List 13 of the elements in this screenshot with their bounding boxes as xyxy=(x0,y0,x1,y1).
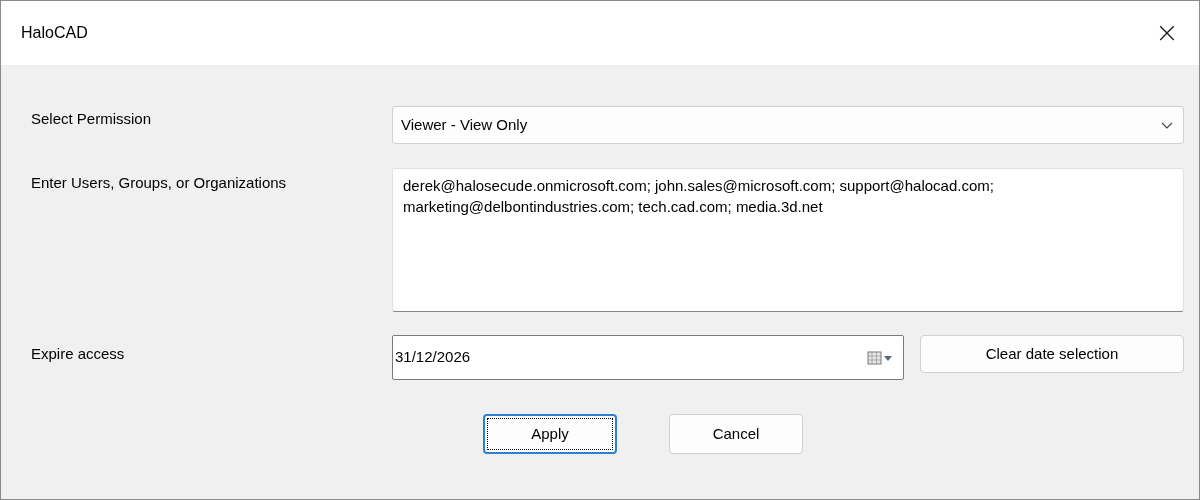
window-title: HaloCAD xyxy=(21,23,88,43)
clear-date-button[interactable]: Clear date selection xyxy=(920,335,1184,373)
field-label: Expire access xyxy=(31,344,126,364)
close-button[interactable]: × xyxy=(1147,13,1187,53)
permission-dropdown[interactable]: Viewer - View Only xyxy=(392,106,1184,144)
chevron-down-icon xyxy=(1161,121,1173,129)
cancel-button[interactable]: Cancel xyxy=(669,414,803,454)
date-picker-field[interactable]: 31/12/2026 xyxy=(392,335,904,380)
calendar-dropdown-icon[interactable] xyxy=(867,349,893,366)
apply-button[interactable]: Apply xyxy=(483,414,617,454)
recipients-text-area[interactable]: derek@halosecude.onmicrosoft.com; john.sales@microsoft.com; support@halocad.com; marketing@delbontindustries.com; tech.cad.com; media.3d.net xyxy=(392,168,1184,312)
field-label: Select Permission xyxy=(31,109,153,129)
field-label: Enter Users, Groups, or Organizations xyxy=(31,173,288,193)
